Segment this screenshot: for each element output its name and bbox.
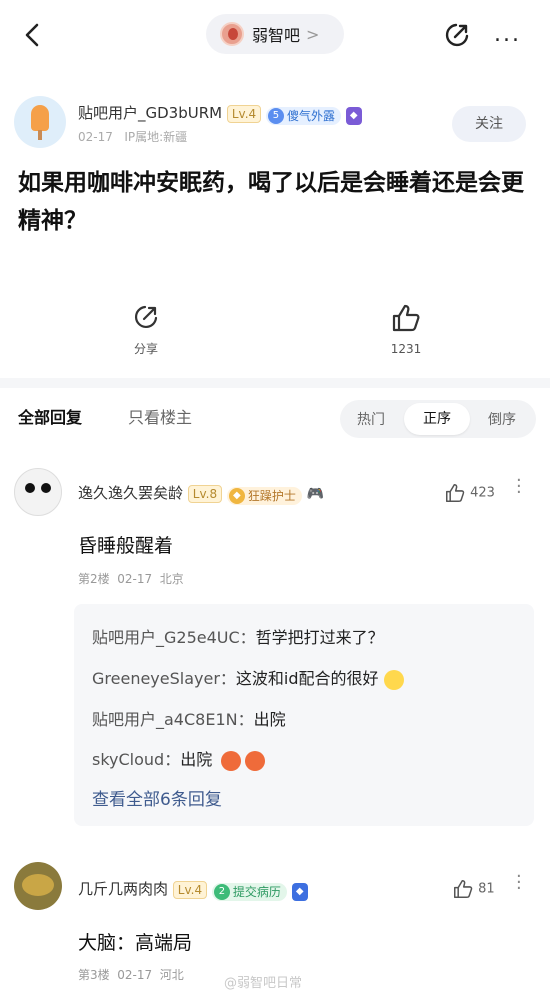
sort-ascending[interactable]: 正序 (404, 403, 470, 435)
reply-like[interactable]: 423 (444, 482, 495, 504)
post-meta: 02-17 IP属地:新疆 (78, 128, 187, 145)
sub-reply-user[interactable]: GreeneyeSlayer： (92, 669, 236, 688)
reply-username[interactable]: 几斤几两肉肉 (78, 880, 168, 898)
view-all-replies-link[interactable]: 查看全部6条回复 (92, 785, 222, 810)
thumbs-up-icon (445, 483, 465, 503)
like-action[interactable]: 1231 (384, 302, 428, 356)
share-icon (134, 305, 158, 329)
post-ip: IP属地:新疆 (124, 130, 188, 144)
chevron-right-icon: > (306, 24, 320, 44)
title-badge: 5 傻气外露 (265, 107, 341, 125)
follow-button[interactable]: 关注 (452, 106, 526, 142)
forum-avatar (220, 22, 244, 46)
post-title: 如果用咖啡冲安眠药，喝了以后是会睡着还是会更精神？ (18, 170, 524, 234)
sub-reply-user[interactable]: skyCloud： (92, 750, 180, 769)
more-vertical-icon[interactable]: · · · (516, 472, 522, 502)
gamepad-icon: 🎮 (306, 486, 325, 502)
reply-user-info: 逸久逸久罢矣龄 Lv.8 ◆ 狂躁护士 🎮 (78, 482, 324, 505)
title-badge: ◆ 狂躁护士 (226, 487, 302, 505)
sub-reply-user[interactable]: 贴吧用户_a4C8E1N： (92, 710, 254, 729)
sub-reply: GreeneyeSlayer：这波和id配合的很好 (92, 665, 404, 690)
member-gem-icon: ◆ (291, 883, 308, 901)
sub-reply-user[interactable]: 贴吧用户_G25e4UC： (92, 628, 256, 647)
back-icon[interactable] (18, 20, 48, 50)
reply-avatar[interactable] (14, 862, 62, 910)
like-count: 1231 (390, 342, 422, 356)
level-badge: Lv.8 (187, 485, 223, 503)
smile-emoji-icon (383, 669, 404, 690)
sub-reply: skyCloud：出院 (92, 746, 266, 771)
angry-emoji-icon (245, 750, 266, 771)
reply-avatar[interactable] (14, 468, 62, 516)
share-label: 分享 (133, 342, 158, 356)
member-gem-icon: ◆ (345, 107, 362, 125)
sub-reply: 贴吧用户_G25e4UC：哲学把打过来了？ (92, 628, 384, 647)
title-badge: 2 提交病历 (211, 883, 287, 901)
share-action[interactable]: 分享 (126, 302, 166, 357)
reply-text: 昏睡般醒着 (78, 535, 174, 557)
section-divider (0, 378, 550, 388)
tab-all-replies[interactable]: 全部回复 (18, 404, 82, 428)
level-badge: Lv.4 (226, 105, 262, 123)
share-icon[interactable] (442, 20, 472, 50)
more-vertical-icon[interactable]: · · · (516, 868, 522, 898)
forum-pill[interactable]: 弱智吧 > (206, 14, 344, 54)
post-date: 02-17 (78, 130, 113, 144)
watermark: @弱智吧日常 (224, 976, 303, 991)
forum-name: 弱智吧 (252, 26, 301, 45)
sub-reply: 贴吧用户_a4C8E1N：出院 (92, 710, 286, 729)
top-nav-bar: 弱智吧 > ... (0, 0, 550, 72)
thumbs-up-icon (453, 879, 473, 899)
reply-meta: 第3楼 02-17 河北 (78, 968, 184, 982)
reply-like[interactable]: 81 (452, 878, 495, 900)
tab-owner-only[interactable]: 只看楼主 (128, 404, 192, 428)
reply-user-info: 几斤几两肉肉 Lv.4 2 提交病历 ◆ (78, 878, 308, 901)
sort-hot[interactable]: 热门 (352, 409, 390, 429)
reply-text: 大脑：高端局 (78, 932, 193, 954)
poster-username[interactable]: 贴吧用户_GD3bURM (78, 104, 222, 122)
reply-username[interactable]: 逸久逸久罢矣龄 (78, 484, 183, 502)
angry-emoji-icon (221, 750, 242, 771)
sort-descending[interactable]: 倒序 (482, 409, 522, 429)
poster-avatar[interactable] (14, 96, 66, 148)
level-badge: Lv.4 (172, 881, 208, 899)
poster-info: 贴吧用户_GD3bURM Lv.4 5 傻气外露 ◆ (78, 102, 362, 125)
more-icon[interactable]: ... (494, 24, 521, 46)
thumbs-up-icon (392, 304, 420, 332)
reply-meta: 第2楼 02-17 北京 (78, 572, 184, 586)
